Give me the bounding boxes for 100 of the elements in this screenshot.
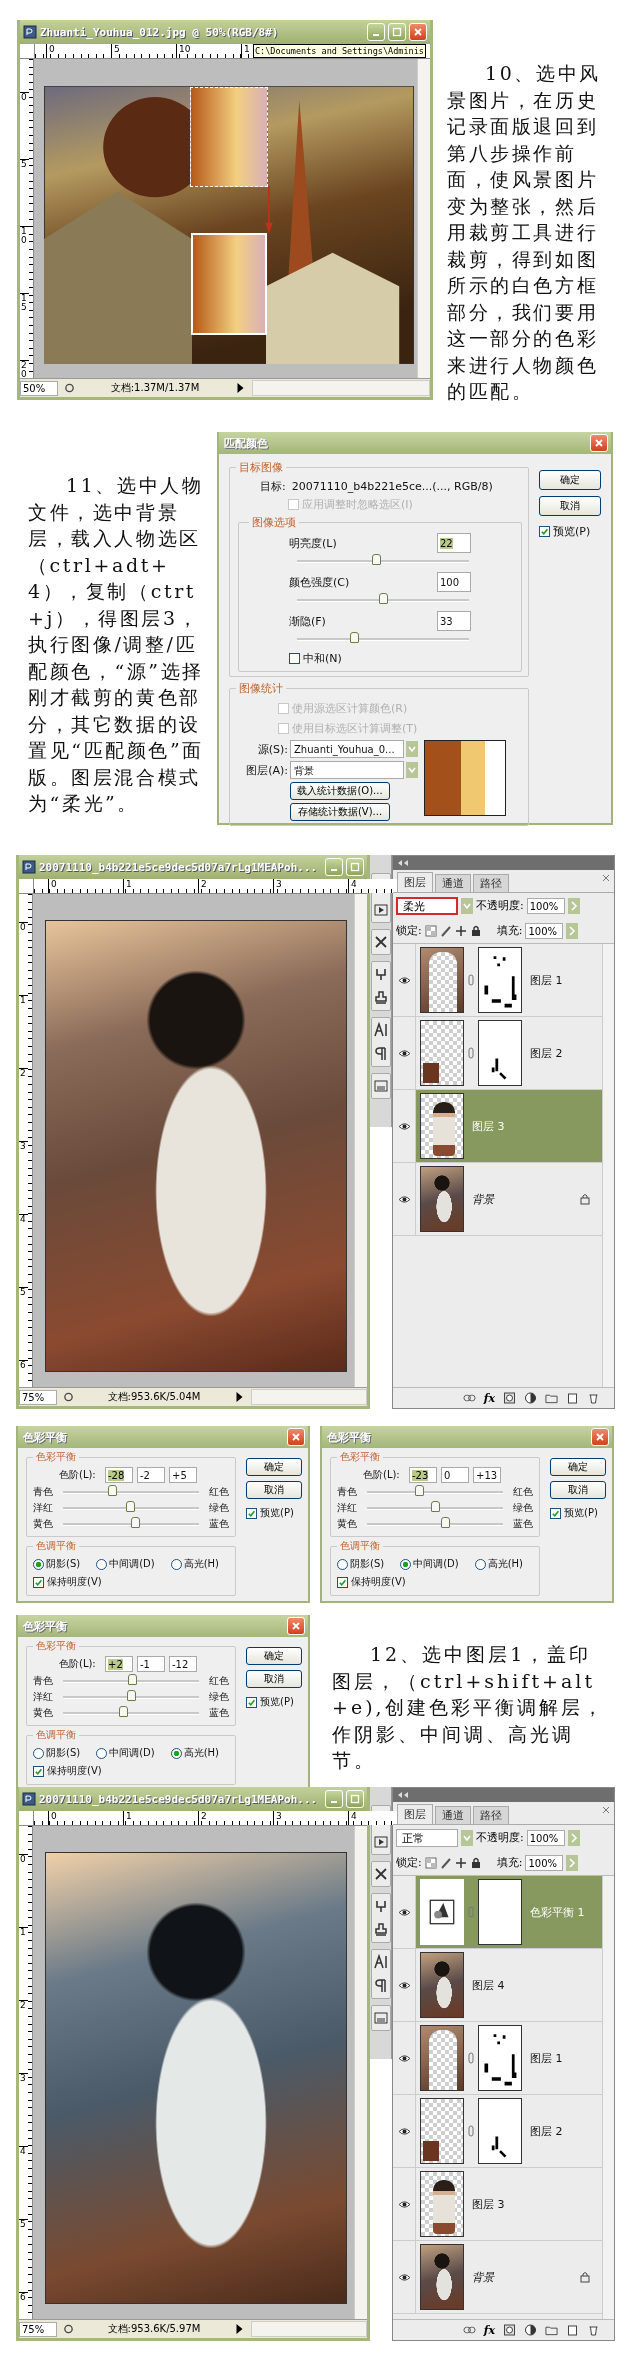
opacity-field[interactable]: 100% (526, 897, 565, 914)
ok-button[interactable]: 确定 (246, 1458, 302, 1476)
layer-row[interactable]: 图层 4 (393, 1949, 602, 2022)
eye-icon[interactable] (397, 1907, 411, 1917)
scrollbar[interactable] (251, 1389, 367, 1405)
text-field[interactable]: -2 (137, 1467, 165, 1483)
checkbox[interactable] (337, 1576, 348, 1588)
layer-row[interactable]: 图层 2 (393, 2095, 602, 2168)
maximize-button[interactable] (346, 858, 364, 876)
maximize-button[interactable] (388, 23, 406, 41)
lock-icon[interactable] (469, 924, 482, 937)
text-field[interactable]: -23 (409, 1467, 437, 1483)
tools-icon[interactable] (373, 934, 389, 950)
panel-tab[interactable]: 图层 (397, 1804, 433, 1824)
radio-button[interactable] (96, 1558, 108, 1570)
scrollbar[interactable] (602, 1876, 614, 2319)
link-icon[interactable] (462, 1392, 476, 1404)
panel-tab[interactable]: 图层 (397, 872, 433, 892)
new-layer-icon[interactable] (566, 1392, 579, 1404)
slider-thumb[interactable] (431, 1500, 440, 1512)
scrollbar[interactable] (251, 2321, 367, 2337)
brush-icon[interactable] (439, 1856, 452, 1869)
text-field[interactable]: +5 (169, 1467, 197, 1483)
link-icon[interactable] (468, 974, 474, 986)
adjustment-icon[interactable] (524, 1392, 537, 1404)
folder-icon[interactable] (545, 1392, 558, 1404)
blend-mode-dropdown[interactable]: 正常 (396, 1828, 458, 1847)
eye-icon[interactable] (397, 1194, 411, 1204)
maximize-button[interactable] (346, 1790, 364, 1808)
refresh-icon[interactable] (63, 1391, 74, 1403)
slider-thumb[interactable] (372, 554, 382, 565)
move-icon[interactable] (454, 1856, 467, 1869)
mask-icon[interactable] (503, 1392, 516, 1404)
paragraph-icon[interactable] (373, 1046, 389, 1062)
layer-row[interactable]: 图层 1 (393, 944, 602, 1017)
eye-icon[interactable] (397, 1980, 411, 1990)
collapse-icon[interactable] (397, 859, 409, 867)
panel-tab[interactable]: 通道 (435, 1806, 471, 1824)
layer-style-button[interactable]: fx (483, 2323, 495, 2337)
folder-icon[interactable] (545, 2324, 558, 2336)
minimize-button[interactable] (367, 23, 385, 41)
fill-field[interactable]: 100% (525, 1854, 564, 1871)
panel-tab[interactable]: 路径 (473, 874, 509, 892)
layer-dropdown[interactable]: 背景 (290, 761, 404, 779)
refresh-icon[interactable] (64, 382, 75, 394)
checkbox[interactable] (33, 1576, 44, 1588)
close-button[interactable] (590, 434, 608, 452)
layer-style-button[interactable]: fx (483, 1391, 495, 1405)
radio-button[interactable] (400, 1558, 412, 1570)
ok-button[interactable]: 确定 (539, 470, 601, 490)
text-field[interactable]: -28 (105, 1467, 133, 1483)
slider-thumb[interactable] (414, 1484, 424, 1496)
scrollbar[interactable] (417, 59, 430, 378)
layer-row[interactable]: 背景 (393, 2241, 602, 2314)
radio-button[interactable] (170, 1558, 182, 1570)
play-icon[interactable] (234, 1391, 245, 1403)
adjustment-icon[interactable] (524, 2324, 537, 2336)
link-icon[interactable] (468, 2052, 474, 2064)
ok-button[interactable]: 确定 (550, 1458, 606, 1476)
brush-icon[interactable] (373, 966, 389, 982)
play-icon[interactable] (234, 2323, 245, 2335)
cancel-button[interactable]: 取消 (539, 496, 601, 516)
play-icon[interactable] (373, 1834, 389, 1850)
link-icon[interactable] (468, 1047, 474, 1059)
trash-icon[interactable] (587, 1392, 600, 1404)
scrollbar[interactable] (354, 1826, 367, 2319)
text-field[interactable]: 0 (441, 1467, 469, 1483)
layer-row[interactable]: 图层 1 (393, 2022, 602, 2095)
slider-thumb[interactable] (440, 1516, 450, 1528)
move-icon[interactable] (454, 924, 467, 937)
radio-button[interactable] (337, 1558, 348, 1570)
trash-icon[interactable] (587, 2324, 600, 2336)
checkbox[interactable] (539, 525, 550, 537)
character-icon[interactable] (373, 1954, 389, 1970)
zoom-field[interactable]: 50% (20, 380, 58, 396)
scrollbar[interactable] (252, 380, 430, 396)
paragraph-icon[interactable] (373, 1978, 389, 1994)
refresh-icon[interactable] (63, 2323, 74, 2335)
close-button[interactable] (591, 1428, 609, 1446)
eye-icon[interactable] (397, 1048, 411, 1058)
new-layer-icon[interactable] (566, 2324, 579, 2336)
minimize-button[interactable] (325, 1790, 343, 1808)
cancel-button[interactable]: 取消 (246, 1481, 302, 1499)
eye-icon[interactable] (397, 2126, 411, 2136)
blend-mode-dropdown[interactable]: 柔光 (396, 896, 458, 915)
slider-thumb[interactable] (125, 1500, 135, 1512)
zoom-field[interactable]: 75% (19, 1389, 57, 1405)
opacity-field[interactable]: 100% (526, 1829, 565, 1846)
radio-button[interactable] (33, 1558, 44, 1570)
load-statistics-button[interactable]: 载入统计数据(O)... (290, 782, 390, 800)
eye-icon[interactable] (397, 2053, 411, 2063)
save-statistics-button[interactable]: 存储统计数据(V)... (290, 803, 390, 821)
close-button[interactable] (287, 1428, 305, 1446)
eye-icon[interactable] (397, 2199, 411, 2209)
text-field[interactable]: 100 (437, 572, 471, 592)
eye-icon[interactable] (397, 975, 411, 985)
brush-icon[interactable] (439, 924, 452, 937)
slider-thumb[interactable] (107, 1484, 117, 1496)
minimize-button[interactable] (325, 858, 343, 876)
close-icon[interactable] (602, 874, 610, 882)
